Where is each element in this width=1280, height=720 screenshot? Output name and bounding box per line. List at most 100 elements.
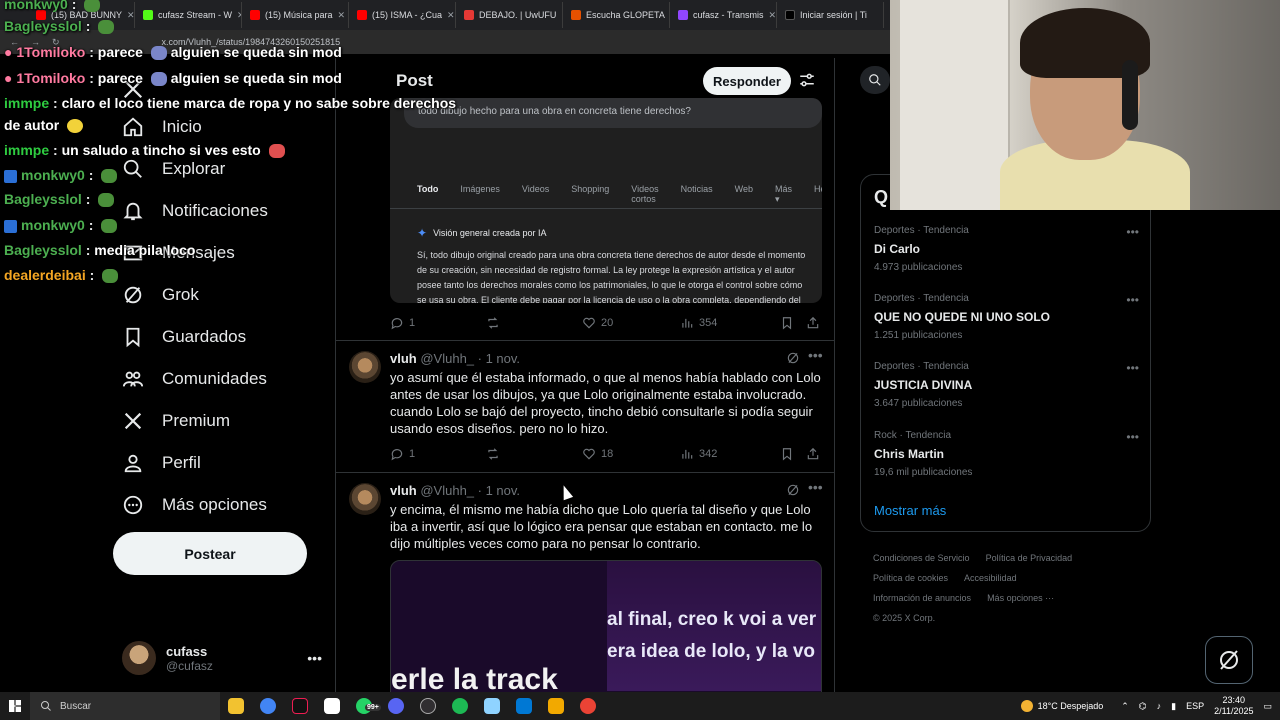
taskbar-app[interactable] <box>572 692 604 720</box>
grok-button[interactable] <box>1205 636 1253 684</box>
language-indicator[interactable]: ESP <box>1186 701 1204 711</box>
views-action[interactable]: 342 <box>680 447 780 461</box>
embedded-image[interactable]: todo dibujo hecho para una obra en concr… <box>390 98 822 303</box>
taskbar-app[interactable] <box>412 692 444 720</box>
more-dots-icon[interactable]: ••• <box>1126 361 1139 375</box>
nav-item-communities[interactable]: Comunidades <box>122 368 267 390</box>
forward-icon[interactable]: → <box>31 37 40 47</box>
trends-panel: Q Deportes · Tendencia Di Carlo 4.973 pu… <box>860 174 1151 532</box>
nav-item-notifications[interactable]: Notificaciones <box>122 200 268 222</box>
divider <box>390 208 822 209</box>
more-dots-icon[interactable]: ••• <box>808 347 823 363</box>
browser-tab[interactable]: cufasz Stream - W✕ <box>135 2 242 28</box>
like-action[interactable]: 18 <box>582 447 680 461</box>
nav-item-grok[interactable]: Grok <box>122 284 199 306</box>
browser-tab[interactable]: (15) Música para ✕ <box>242 2 349 28</box>
nav-item-bookmarks[interactable]: Guardados <box>122 326 246 348</box>
taskbar-app[interactable] <box>252 692 284 720</box>
nav-item-explore[interactable]: Explorar <box>122 158 225 180</box>
browser-tab[interactable]: (15) ISMA - ¿Cua ✕ <box>349 2 456 28</box>
like-action[interactable]: 20 <box>582 316 680 330</box>
volume-icon[interactable]: ♪ <box>1157 701 1162 711</box>
footer-link[interactable]: Política de cookies <box>873 573 948 583</box>
clock[interactable]: 23:40 2/11/2025 <box>1214 695 1253 717</box>
video-caption: erle la track <box>391 663 558 692</box>
url-text[interactable]: x.com/Vluhh_/status/1984743260150251815 <box>162 37 341 47</box>
grok-icon[interactable] <box>786 351 800 365</box>
settings-sliders-icon[interactable] <box>798 71 816 89</box>
nav-logo[interactable] <box>122 78 144 100</box>
bookmark-action[interactable] <box>780 316 806 330</box>
nav-item-more[interactable]: Más opciones <box>122 494 267 516</box>
reply-button[interactable]: Responder <box>703 67 791 95</box>
nav-item-profile[interactable]: Perfil <box>122 452 201 474</box>
trend-item[interactable]: Deportes · Tendencia JUSTICIA DIVINA 3.6… <box>874 361 1139 409</box>
taskbar-app[interactable] <box>220 692 252 720</box>
reply-action[interactable]: 1 <box>390 316 486 330</box>
taskbar-app[interactable] <box>380 692 412 720</box>
weather-widget[interactable]: 18°C Despejado <box>1020 700 1103 712</box>
nav-item-premium[interactable]: Premium <box>122 410 230 432</box>
search-icon <box>869 74 881 86</box>
footer-link[interactable]: Información de anuncios <box>873 593 971 603</box>
browser-tab[interactable]: Iniciar sesión | Ti <box>777 2 884 28</box>
search-input[interactable] <box>860 66 890 94</box>
reload-icon[interactable]: ↻ <box>52 37 60 48</box>
network-icon[interactable]: ⌬ <box>1139 701 1147 712</box>
browser-tab[interactable]: cufasz - Transmis ✕ <box>670 2 777 28</box>
browser-tab[interactable]: (15) BAD BUNNY ✕ <box>28 2 135 28</box>
close-tab-icon[interactable]: ✕ <box>447 10 455 21</box>
start-button[interactable] <box>0 692 30 720</box>
notification-icon[interactable]: ▭ <box>1263 701 1272 712</box>
bookmark-action[interactable] <box>780 447 806 461</box>
taskbar-app[interactable] <box>540 692 572 720</box>
address-bar[interactable]: ← → ↻ x.com/Vluhh_/status/19847432601502… <box>0 30 890 54</box>
chevron-up-icon[interactable]: ⌃ <box>1121 701 1129 712</box>
reply-action[interactable]: 1 <box>390 447 486 461</box>
taskbar-app[interactable] <box>316 692 348 720</box>
more-dots-icon[interactable]: ••• <box>1126 225 1139 239</box>
trend-item[interactable]: Deportes · Tendencia QUE NO QUEDE NI UNO… <box>874 293 1139 341</box>
close-tab-icon[interactable]: ✕ <box>769 10 776 21</box>
more-dots-icon[interactable]: ••• <box>307 650 322 666</box>
taskbar-app[interactable] <box>508 692 540 720</box>
moon-icon <box>1020 700 1033 712</box>
footer-link[interactable]: Accesibilidad <box>964 573 1017 583</box>
taskbar-app[interactable]: 99+ <box>348 692 381 720</box>
browser-tab[interactable]: DEBAJO. | UwUFU✕ <box>456 2 563 28</box>
footer-link[interactable]: Condiciones de Servicio <box>873 553 970 563</box>
nav-item-messages[interactable]: Mensajes <box>122 242 235 264</box>
footer-link[interactable]: Más opciones ··· <box>987 593 1054 603</box>
avatar[interactable] <box>349 351 381 383</box>
browser-tab[interactable]: Escucha GLOPETA✕ <box>563 2 670 28</box>
microphone-icon[interactable]: ▮ <box>1171 701 1176 712</box>
show-more-link[interactable]: Mostrar más <box>874 503 946 518</box>
share-action[interactable] <box>806 447 820 461</box>
more-dots-icon[interactable]: ••• <box>1126 293 1139 307</box>
taskbar-app[interactable] <box>476 692 508 720</box>
repost-action[interactable] <box>486 316 582 330</box>
close-tab-icon[interactable]: ✕ <box>127 10 134 21</box>
taskbar-app[interactable] <box>284 692 316 720</box>
grok-icon[interactable] <box>786 483 800 497</box>
repost-action[interactable] <box>486 447 582 461</box>
post-button[interactable]: Postear <box>113 532 307 575</box>
kick-icon <box>143 10 153 20</box>
footer-link[interactable]: Política de Privacidad <box>986 553 1073 563</box>
avatar[interactable] <box>349 483 381 515</box>
video-player[interactable]: al final, creo k voi a ver era idea de l… <box>390 560 822 692</box>
share-action[interactable] <box>806 316 820 330</box>
nav-item-home[interactable]: Inicio <box>122 116 202 138</box>
trend-item[interactable]: Deportes · Tendencia Di Carlo 4.973 publ… <box>874 225 1139 273</box>
account-switcher[interactable]: cufass @cufasz ••• <box>122 638 322 678</box>
taskbar-search[interactable]: Buscar <box>30 692 220 720</box>
close-tab-icon[interactable]: ✕ <box>338 10 346 21</box>
more-dots-icon[interactable]: ••• <box>808 479 823 495</box>
back-icon[interactable]: ← <box>10 37 19 47</box>
taskbar-app[interactable] <box>444 692 476 720</box>
more-dots-icon[interactable]: ••• <box>1126 430 1139 444</box>
discord-icon <box>388 698 404 714</box>
trend-item[interactable]: Rock · Tendencia Chris Martin 19,6 mil p… <box>874 430 1139 478</box>
youtube-icon <box>36 10 46 20</box>
views-action[interactable]: 354 <box>680 316 780 330</box>
